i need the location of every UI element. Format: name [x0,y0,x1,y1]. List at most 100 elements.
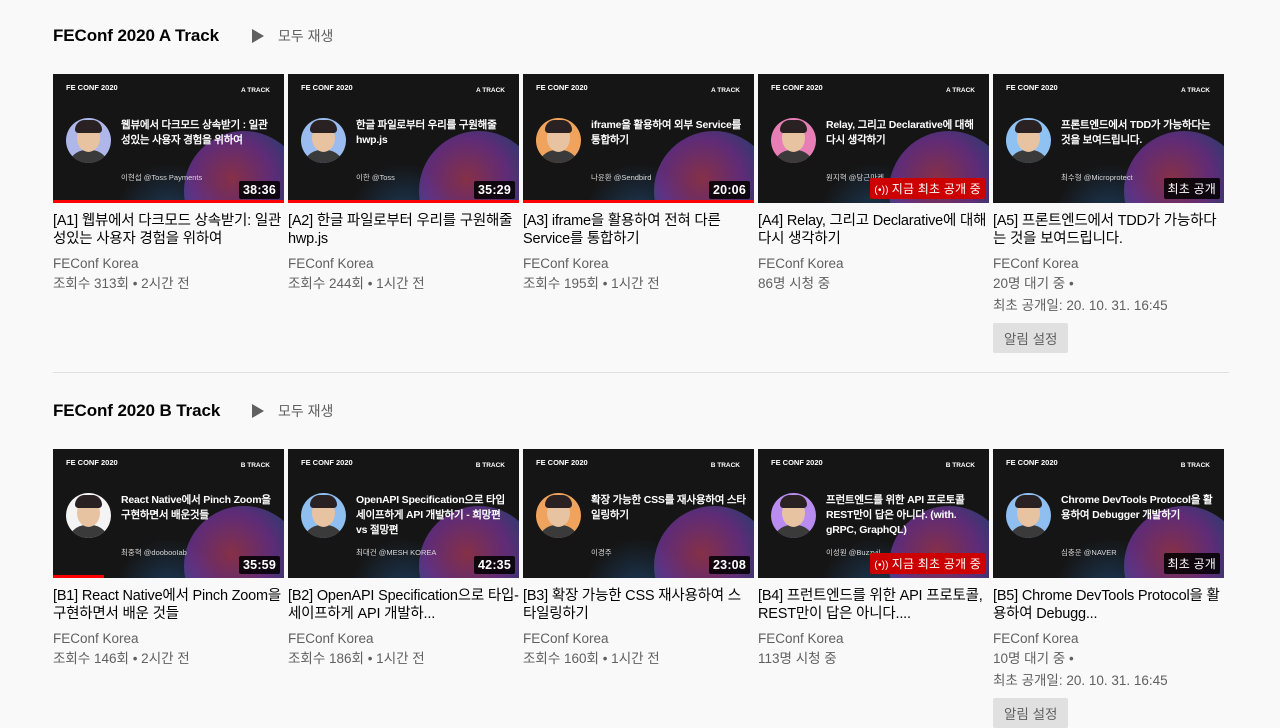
video-meta: 조회수 244회 • 1시간 전 [288,276,425,291]
thumbnail-speaker: 최대건 @MESH KOREA [356,548,437,557]
video-thumbnail[interactable]: FE CONF 2020 A TRACK Relay, 그리고 Declarat… [758,74,989,203]
thumbnail-title: 웹뷰에서 다크모드 상속받기 : 일관성있는 사용자 경험을 위하여 [121,119,268,146]
thumbnail-title: React Native에서 Pinch Zoom을 구현하면서 배운것들 [121,494,271,521]
video-grid: FE CONF 2020 A TRACK 웹뷰에서 다크모드 상속받기 : 일관… [53,74,1224,353]
thumbnail-speaker: 이현섭 @Toss Payments [121,173,203,182]
video-thumbnail[interactable]: FE CONF 2020 A TRACK 웹뷰에서 다크모드 상속받기 : 일관… [53,74,284,203]
set-reminder-button[interactable]: 알림 설정 [993,323,1069,353]
video-title[interactable]: [A1] 웹뷰에서 다크모드 상속받기: 일관성있는 사용자 경험을 위하여 [53,212,284,248]
watch-progress-bar [53,575,104,578]
channel-name[interactable]: FEConf Korea [288,631,519,646]
shelf-title[interactable]: FEConf 2020 B Track [53,401,220,421]
channel-name[interactable]: FEConf Korea [758,256,989,271]
shelf-divider [53,372,1229,373]
speaker-avatar [1006,118,1051,163]
track-label: B TRACK [475,462,505,469]
feconf-logo: FE CONF 2020 [536,83,588,92]
thumbnail-title: 프런트엔드를 위한 API 프로토콜 REST만이 답은 아니다. (with.… [826,494,965,536]
track-label: A TRACK [1180,87,1210,94]
track-label: B TRACK [1180,462,1210,469]
time-status-badge: 35:29 [474,181,515,199]
channel-name[interactable]: FEConf Korea [523,256,754,271]
video-card[interactable]: FE CONF 2020 A TRACK 한글 파일로부터 우리를 구원해줄 h… [288,74,519,353]
channel-name[interactable]: FEConf Korea [53,631,284,646]
speaker-avatar [536,493,581,538]
play-icon [252,404,264,418]
video-meta: 조회수 186회 • 1시간 전 [288,651,425,666]
play-icon [252,29,264,43]
video-card[interactable]: FE CONF 2020 A TRACK 프론트엔드에서 TDD가 가능하다는 … [993,74,1224,353]
speaker-avatar [66,118,111,163]
track-label: A TRACK [945,87,975,94]
track-label: B TRACK [240,462,270,469]
video-card[interactable]: FE CONF 2020 B TRACK 확장 가능한 CSS를 재사용하여 스… [523,449,754,728]
set-reminder-button[interactable]: 알림 설정 [993,698,1069,728]
channel-name[interactable]: FEConf Korea [993,631,1224,646]
play-all-button[interactable]: 모두 재생 [252,401,333,421]
channel-name[interactable]: FEConf Korea [288,256,519,271]
video-card[interactable]: FE CONF 2020 B TRACK 프런트엔드를 위한 API 프로토콜 … [758,449,989,728]
video-title[interactable]: [B2] OpenAPI Specification으로 타입-세이프하게 AP… [288,587,519,623]
time-status-badge: 38:36 [239,181,280,199]
video-thumbnail[interactable]: FE CONF 2020 B TRACK 프런트엔드를 위한 API 프로토콜 … [758,449,989,578]
video-title[interactable]: [B4] 프런트엔드를 위한 API 프로토콜, REST만이 답은 아니다..… [758,587,989,623]
thumbnail-title: iframe을 활용하여 외부 Service를 통합하기 [591,119,742,146]
thumbnail-speaker: 최중혁 @doobooIab [121,548,187,557]
video-meta: 조회수 160회 • 1시간 전 [523,651,660,666]
video-meta: 113명 시청 중 [758,651,837,666]
speaker-avatar [771,118,816,163]
shelf-b-track: FEConf 2020 B Track 모두 재생 FE CONF 2020 B… [53,375,1229,728]
premiere-date: 최초 공개일: 20. 10. 31. 16:45 [993,673,1168,688]
video-meta: 조회수 146회 • 2시간 전 [53,651,190,666]
speaker-avatar [1006,493,1051,538]
video-card[interactable]: FE CONF 2020 A TRACK 웹뷰에서 다크모드 상속받기 : 일관… [53,74,284,353]
channel-name[interactable]: FEConf Korea [758,631,989,646]
video-title[interactable]: [A2] 한글 파일로부터 우리를 구원해줄 hwp.js [288,212,519,248]
video-thumbnail[interactable]: FE CONF 2020 A TRACK 한글 파일로부터 우리를 구원해줄 h… [288,74,519,203]
channel-name[interactable]: FEConf Korea [993,256,1224,271]
video-thumbnail[interactable]: FE CONF 2020 A TRACK iframe을 활용하여 외부 Ser… [523,74,754,203]
video-title[interactable]: [B5] Chrome DevTools Protocol을 활용하여 Debu… [993,587,1224,623]
video-card[interactable]: FE CONF 2020 A TRACK iframe을 활용하여 외부 Ser… [523,74,754,353]
thumbnail-title: Chrome DevTools Protocol을 활용하여 Debugger … [1061,494,1213,521]
channel-name[interactable]: FEConf Korea [523,631,754,646]
video-meta: 20명 대기 중 • [993,276,1074,291]
channel-name[interactable]: FEConf Korea [53,256,284,271]
video-thumbnail[interactable]: FE CONF 2020 B TRACK Chrome DevTools Pro… [993,449,1224,578]
video-card[interactable]: FE CONF 2020 B TRACK React Native에서 Pinc… [53,449,284,728]
watch-progress-bar [523,200,754,203]
watch-progress-bar [288,200,519,203]
play-all-button[interactable]: 모두 재생 [252,26,333,46]
video-thumbnail[interactable]: FE CONF 2020 A TRACK 프론트엔드에서 TDD가 가능하다는 … [993,74,1224,203]
live-broadcast-icon: (•)) [874,185,892,196]
video-title[interactable]: [B1] React Native에서 Pinch Zoom을 구현하면서 배운… [53,587,284,623]
time-status-badge: (•)) 지금 최초 공개 중 [870,553,985,574]
shelf-a-track: FEConf 2020 A Track 모두 재생 FE CONF 2020 A… [53,0,1229,353]
time-status-badge: 35:59 [239,556,280,574]
video-title[interactable]: [A5] 프론트엔드에서 TDD가 가능하다는 것을 보여드립니다. [993,212,1224,248]
video-title[interactable]: [A3] iframe을 활용하여 전혀 다른 Service를 통합하기 [523,212,754,248]
speaker-avatar [771,493,816,538]
feconf-logo: FE CONF 2020 [771,83,823,92]
play-all-label: 모두 재생 [278,28,334,44]
video-thumbnail[interactable]: FE CONF 2020 B TRACK 확장 가능한 CSS를 재사용하여 스… [523,449,754,578]
video-title[interactable]: [B3] 확장 가능한 CSS 재사용하여 스타일링하기 [523,587,754,623]
speaker-avatar [536,118,581,163]
play-all-label: 모두 재생 [278,403,334,419]
thumbnail-speaker: 이경주 [591,548,612,557]
video-title[interactable]: [A4] Relay, 그리고 Declarative에 대해 다시 생각하기 [758,212,989,248]
time-status-badge: 최초 공개 [1163,178,1220,199]
track-label: A TRACK [475,87,505,94]
time-status-badge: (•)) 지금 최초 공개 중 [870,178,985,199]
video-thumbnail[interactable]: FE CONF 2020 B TRACK React Native에서 Pinc… [53,449,284,578]
shelf-header: FEConf 2020 A Track 모두 재생 [53,0,1229,72]
shelf-title[interactable]: FEConf 2020 A Track [53,26,219,46]
video-card[interactable]: FE CONF 2020 B TRACK OpenAPI Specificati… [288,449,519,728]
thumbnail-speaker: 최수형 @Microprotect [1061,173,1133,182]
video-card[interactable]: FE CONF 2020 B TRACK Chrome DevTools Pro… [993,449,1224,728]
video-meta: 조회수 313회 • 2시간 전 [53,276,190,291]
speaker-avatar [301,493,346,538]
video-card[interactable]: FE CONF 2020 A TRACK Relay, 그리고 Declarat… [758,74,989,353]
video-thumbnail[interactable]: FE CONF 2020 B TRACK OpenAPI Specificati… [288,449,519,578]
video-meta: 10명 대기 중 • [993,651,1074,666]
